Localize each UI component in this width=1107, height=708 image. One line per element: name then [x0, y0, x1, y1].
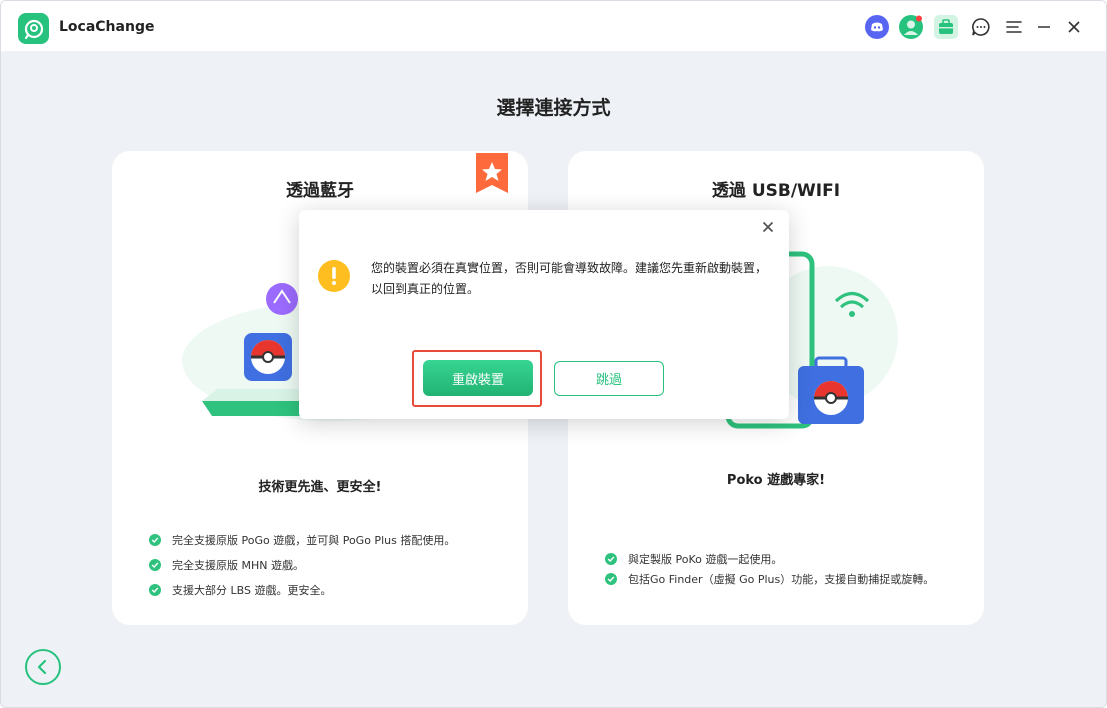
app-logo-icon: [18, 13, 49, 44]
usb-feature-list: 與定製版 PoKo 遊戲一起使用。 包括Go Finder（虛擬 Go Plus…: [605, 549, 934, 589]
skip-button[interactable]: 跳過: [554, 361, 664, 396]
chevron-left-icon: [37, 659, 47, 675]
dialog-message: 您的裝置必須在真實位置，否則可能會導致故障。建議您先重新啟動裝置，以回到真正的位…: [371, 261, 768, 296]
feature-item: 包括Go Finder（虛擬 Go Plus）功能，支援自動捕捉或旋轉。: [605, 569, 934, 589]
back-button[interactable]: [25, 649, 61, 685]
toolbox-icon[interactable]: [934, 15, 958, 39]
check-icon: [149, 533, 161, 546]
usb-card-subtitle: Poko 遊戲專家!: [726, 473, 826, 488]
page-title: 選擇連接方式: [496, 97, 611, 119]
restart-warning-dialog: 您的裝置必須在真實位置，否則可能會導致故障。建議您先重新啟動裝置，以回到真正的位…: [299, 210, 789, 419]
app-title: LocaChange: [59, 19, 155, 35]
check-icon: [149, 558, 161, 571]
feature-item: 完全支援原版 MHN 遊戲。: [149, 552, 455, 577]
profile-icon[interactable]: [899, 15, 923, 39]
bluetooth-feature-list: 完全支援原版 PoGo 遊戲，並可與 PoGo Plus 搭配使用。 完全支援原…: [149, 527, 455, 602]
warning-icon: [318, 260, 350, 292]
discord-icon[interactable]: [865, 15, 889, 39]
menu-icon[interactable]: [1002, 15, 1026, 39]
bluetooth-card-title: 透過藍牙: [286, 181, 354, 201]
feature-item: 完全支援原版 PoGo 遊戲，並可與 PoGo Plus 搭配使用。: [149, 527, 455, 552]
bluetooth-card-subtitle: 技術更先進、更安全!: [258, 480, 382, 495]
feature-item: 支援大部分 LBS 遊戲。更安全。: [149, 577, 455, 602]
usb-card-title: 透過 USB/WIFI: [711, 181, 841, 201]
chat-icon[interactable]: [969, 15, 993, 39]
check-icon: [605, 553, 617, 565]
title-bar: LocaChange: [1, 1, 1106, 51]
feature-item: 與定製版 PoKo 遊戲一起使用。: [605, 549, 934, 569]
app-window: LocaChange 選擇連接方式 透過藍牙 技術更先進、更安全! 完全支援原版…: [0, 0, 1107, 708]
minimize-icon[interactable]: [1032, 15, 1056, 39]
check-icon: [149, 583, 161, 596]
close-icon[interactable]: [1062, 15, 1086, 39]
restart-device-button[interactable]: 重啟裝置: [423, 360, 533, 396]
check-icon: [605, 573, 617, 585]
dialog-close-icon[interactable]: [759, 218, 777, 236]
